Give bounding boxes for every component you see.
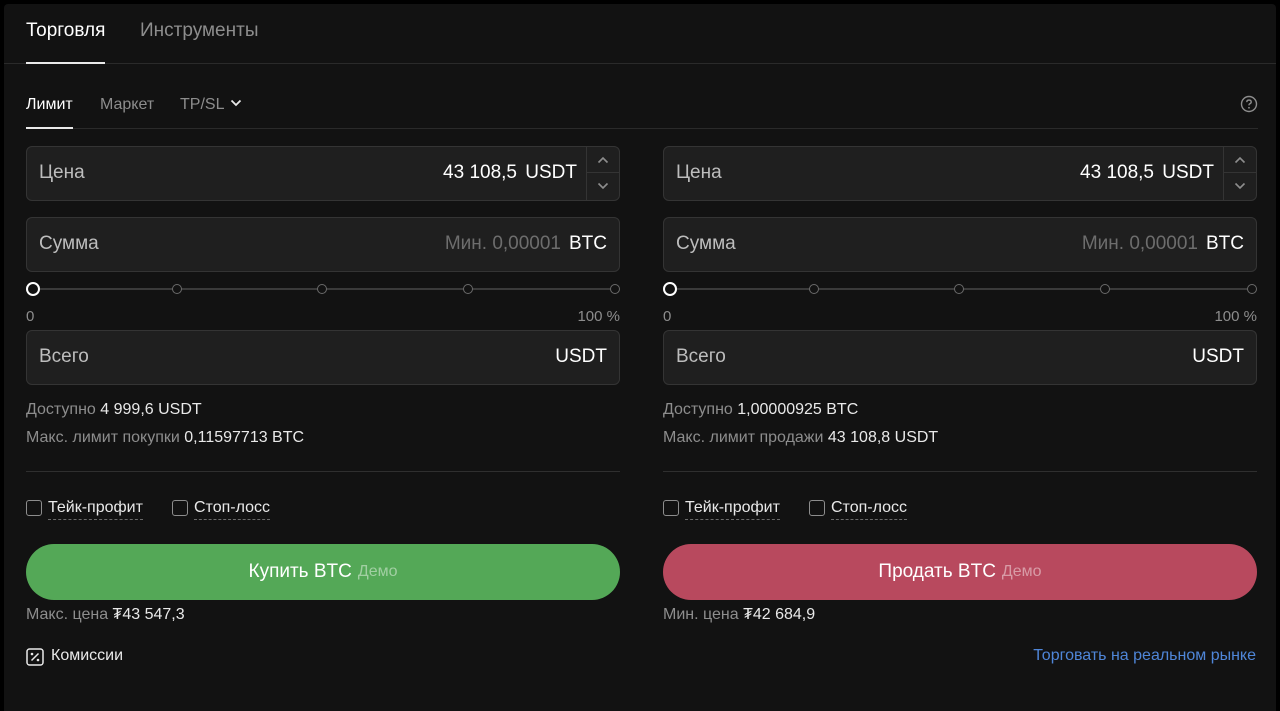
sell-take-profit-label: Тейк-профит <box>685 499 780 520</box>
top-tabs: Торговля Инструменты <box>4 4 1276 64</box>
checkbox-box[interactable] <box>26 500 42 516</box>
tab-tpsl[interactable]: TP/SL <box>180 96 242 129</box>
buy-amount-placeholder: Мин. 0,00001 <box>444 233 561 254</box>
slider-handle[interactable] <box>663 282 677 296</box>
buy-available-value: 4 999,6 USDT <box>100 401 202 418</box>
chevron-down-icon <box>1234 182 1246 190</box>
sell-stop-loss-label: Стоп-лосс <box>831 499 908 520</box>
buy-button-label: Купить BTC <box>248 561 352 582</box>
buy-total-unit: USDT <box>555 346 607 367</box>
sell-price-label: Цена <box>676 162 722 183</box>
buy-price-value: 43 108,5 <box>443 162 517 183</box>
chevron-up-icon <box>597 156 609 163</box>
slider-step-100[interactable] <box>610 284 620 294</box>
sell-price-decrement-button[interactable] <box>1224 173 1256 199</box>
sell-price-unit: USDT <box>1162 162 1214 183</box>
buy-available: Доступно 4 999,6 USDT <box>26 401 202 419</box>
buy-amount-label: Сумма <box>39 233 99 254</box>
buy-max-price-label: Макс. цена <box>26 606 109 623</box>
tab-market[interactable]: Маркет <box>100 96 154 129</box>
buy-amount-unit: BTC <box>569 233 607 254</box>
sell-amount-label: Сумма <box>676 233 736 254</box>
help-icon[interactable] <box>1240 95 1258 113</box>
sell-button-demo-badge: Демо <box>1001 563 1042 580</box>
slider-step-50[interactable] <box>954 284 964 294</box>
tab-tpsl-label: TP/SL <box>180 96 225 113</box>
divider <box>663 471 1257 472</box>
buy-price-field[interactable]: Цена 43 108,5 USDT <box>26 146 620 201</box>
buy-button-demo-badge: Демо <box>357 563 398 580</box>
chevron-down-icon <box>597 182 609 190</box>
sell-slider-min: 0 <box>663 308 672 325</box>
buy-max-limit-value: 0,11597713 BTC <box>184 429 305 446</box>
tab-limit[interactable]: Лимит <box>26 96 73 129</box>
checkbox-box[interactable] <box>663 500 679 516</box>
sell-amount-placeholder: Мин. 0,00001 <box>1081 233 1198 254</box>
sell-total-label: Всего <box>676 346 726 367</box>
sell-max-limit-label: Макс. лимит продажи <box>663 429 824 446</box>
sell-max-limit: Макс. лимит продажи 43 108,8 USDT <box>663 429 938 447</box>
slider-handle[interactable] <box>26 282 40 296</box>
sell-price-field[interactable]: Цена 43 108,5 USDT <box>663 146 1257 201</box>
order-type-tabs: Лимит Маркет TP/SL <box>26 88 1258 129</box>
buy-stop-loss-label: Стоп-лосс <box>194 499 271 520</box>
trade-window: Торговля Инструменты Лимит Маркет TP/SL … <box>4 4 1276 711</box>
buy-price-decrement-button[interactable] <box>587 173 619 199</box>
buy-total-label: Всего <box>39 346 89 367</box>
sell-price-increment-button[interactable] <box>1224 147 1256 173</box>
sell-amount-field[interactable]: Сумма Мин. 0,00001 BTC <box>663 217 1257 272</box>
sell-btc-button[interactable]: Продать BTC Демо <box>663 544 1257 600</box>
sell-min-price-label: Мин. цена <box>663 606 739 623</box>
buy-max-limit-label: Макс. лимит покупки <box>26 429 180 446</box>
sell-price-value: 43 108,5 <box>1080 162 1154 183</box>
checkbox-box[interactable] <box>809 500 825 516</box>
buy-max-limit: Макс. лимит покупки 0,11597713 BTC <box>26 429 304 447</box>
sell-total-unit: USDT <box>1192 346 1244 367</box>
percent-icon <box>26 648 44 666</box>
slider-step-75[interactable] <box>463 284 473 294</box>
sell-available-value: 1,00000925 BTC <box>737 401 859 418</box>
slider-step-25[interactable] <box>809 284 819 294</box>
sell-amount-slider[interactable] <box>663 282 1257 296</box>
buy-btc-button[interactable]: Купить BTC Демо <box>26 544 620 600</box>
buy-price-stepper <box>586 147 619 200</box>
sell-slider-max: 100 % <box>1214 308 1257 325</box>
buy-total-field[interactable]: Всего USDT <box>26 330 620 385</box>
fees-label: Комиссии <box>51 647 124 664</box>
sell-button-label: Продать BTC <box>878 561 996 582</box>
chevron-down-icon <box>231 99 242 107</box>
buy-slider-max: 100 % <box>577 308 620 325</box>
slider-step-75[interactable] <box>1100 284 1110 294</box>
sell-min-price: Мин. цена ₮42 684,9 <box>663 606 815 624</box>
sell-total-field[interactable]: Всего USDT <box>663 330 1257 385</box>
buy-max-price-value: ₮43 547,3 <box>112 606 185 623</box>
sell-amount-unit: BTC <box>1206 233 1244 254</box>
tab-trading[interactable]: Торговля <box>26 20 106 64</box>
sell-price-stepper <box>1223 147 1256 200</box>
sell-min-price-value: ₮42 684,9 <box>743 606 816 623</box>
buy-amount-field[interactable]: Сумма Мин. 0,00001 BTC <box>26 217 620 272</box>
trade-real-market-link[interactable]: Торговать на реальном рынке <box>1033 647 1256 665</box>
checkbox-box[interactable] <box>172 500 188 516</box>
buy-price-increment-button[interactable] <box>587 147 619 173</box>
sell-available-label: Доступно <box>663 401 733 418</box>
slider-step-25[interactable] <box>172 284 182 294</box>
buy-price-label: Цена <box>39 162 85 183</box>
buy-amount-slider[interactable] <box>26 282 620 296</box>
buy-available-label: Доступно <box>26 401 96 418</box>
tab-tools[interactable]: Инструменты <box>140 20 258 64</box>
slider-step-50[interactable] <box>317 284 327 294</box>
buy-price-unit: USDT <box>525 162 577 183</box>
buy-max-price: Макс. цена ₮43 547,3 <box>26 606 185 624</box>
sell-max-limit-value: 43 108,8 USDT <box>827 429 939 446</box>
sell-available: Доступно 1,00000925 BTC <box>663 401 858 419</box>
slider-step-100[interactable] <box>1247 284 1257 294</box>
chevron-up-icon <box>1234 156 1246 163</box>
buy-take-profit-label: Тейк-профит <box>48 499 143 520</box>
divider <box>26 471 620 472</box>
buy-slider-min: 0 <box>26 308 35 325</box>
